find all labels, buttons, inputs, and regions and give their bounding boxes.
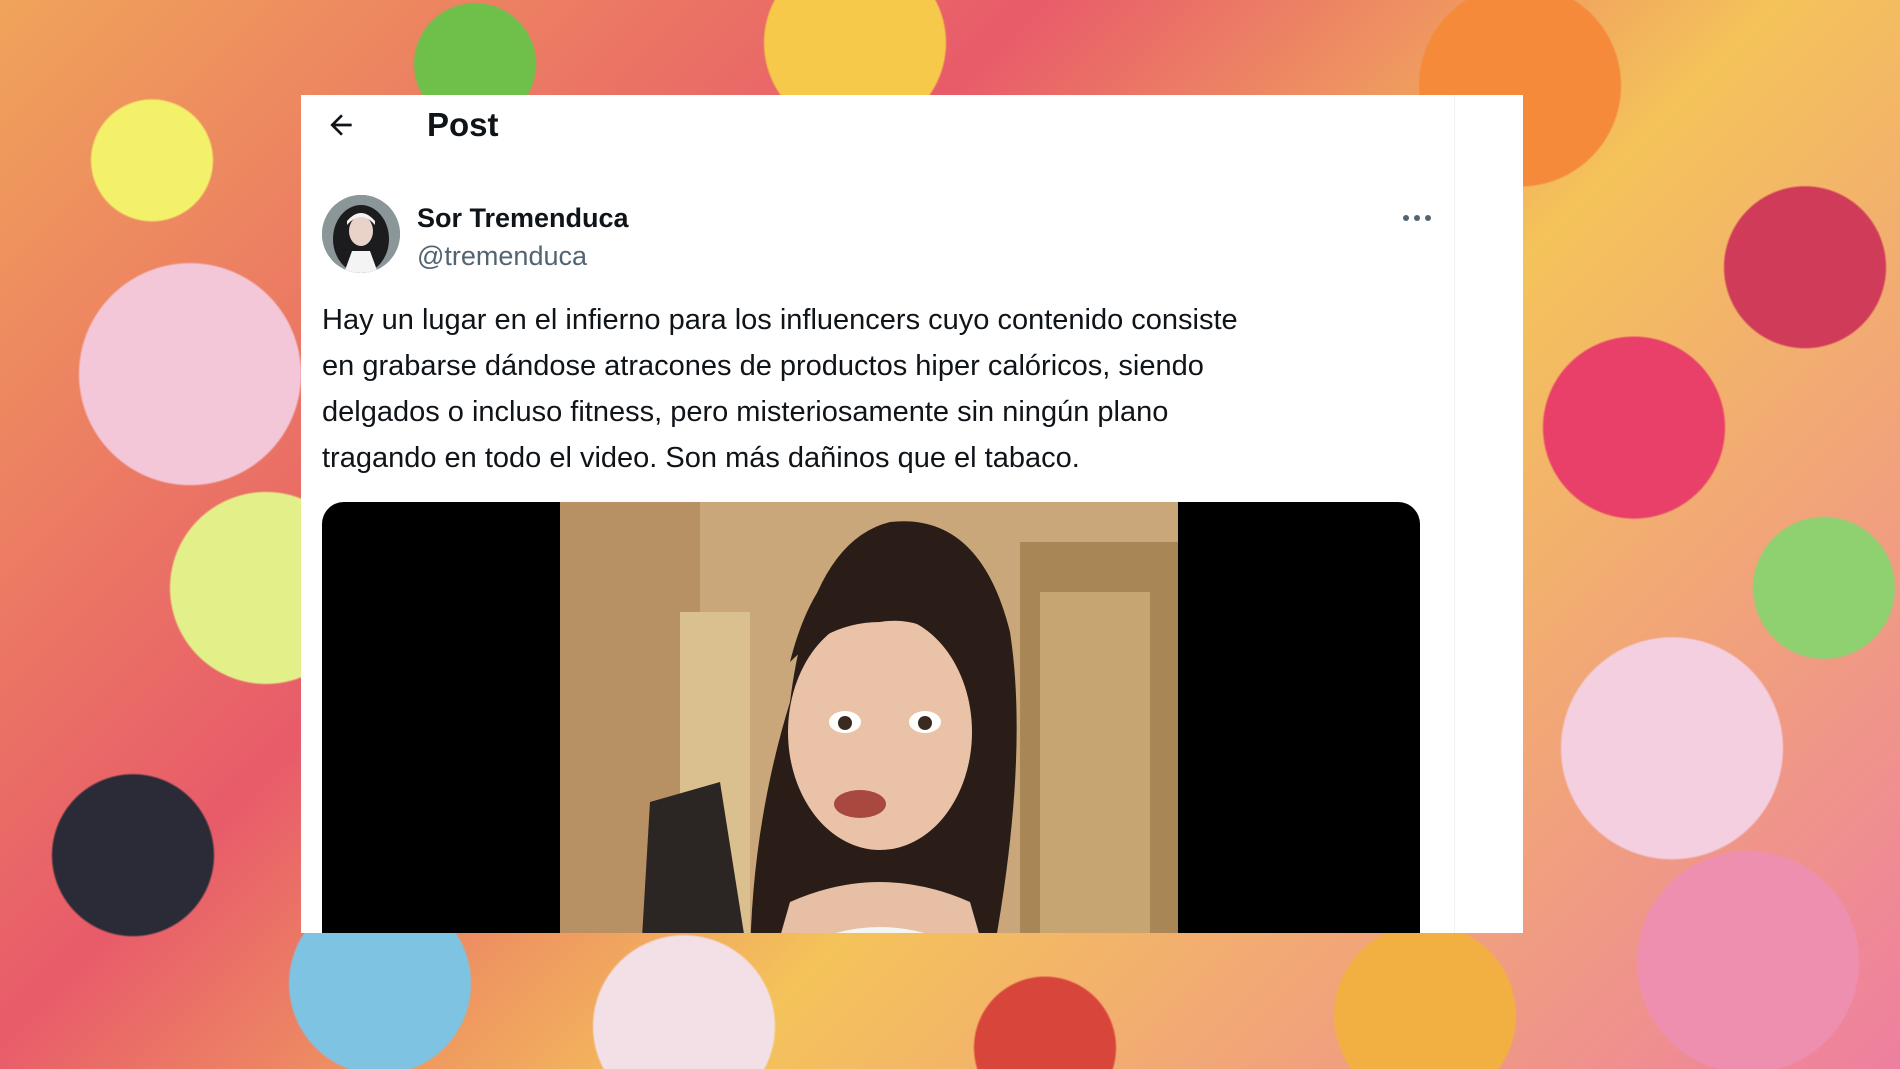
post-text-line: tragando en todo el video. Son más dañin… xyxy=(322,442,1080,474)
post-video[interactable] xyxy=(322,502,1420,933)
post-text-line: en grabarse dándose atracones de product… xyxy=(322,350,1204,382)
post-text: Hay un lugar en el infierno para los inf… xyxy=(322,297,1442,481)
back-button[interactable] xyxy=(321,105,361,145)
author-row: Sor Tremenduca @tremenduca xyxy=(322,195,1442,275)
arrow-left-icon xyxy=(330,114,352,136)
post-panel: Post Sor Tremenduca @tremenduca Hay un l… xyxy=(301,95,1523,933)
right-rail xyxy=(1454,95,1523,933)
video-thumbnail xyxy=(560,502,1178,933)
page-title: Post xyxy=(427,106,499,143)
avatar-image xyxy=(322,195,400,273)
avatar[interactable] xyxy=(322,195,400,273)
post-header: Post xyxy=(301,95,1455,155)
video-frame xyxy=(560,502,1178,933)
author-name[interactable]: Sor Tremenduca xyxy=(417,203,629,234)
post-text-line: Hay un lugar en el infierno para los inf… xyxy=(322,304,1238,336)
more-horizontal-icon xyxy=(1403,215,1431,221)
post-text-line: delgados o incluso fitness, pero misteri… xyxy=(322,396,1169,428)
author-handle[interactable]: @tremenduca xyxy=(417,241,587,272)
more-options-button[interactable] xyxy=(1392,203,1442,233)
